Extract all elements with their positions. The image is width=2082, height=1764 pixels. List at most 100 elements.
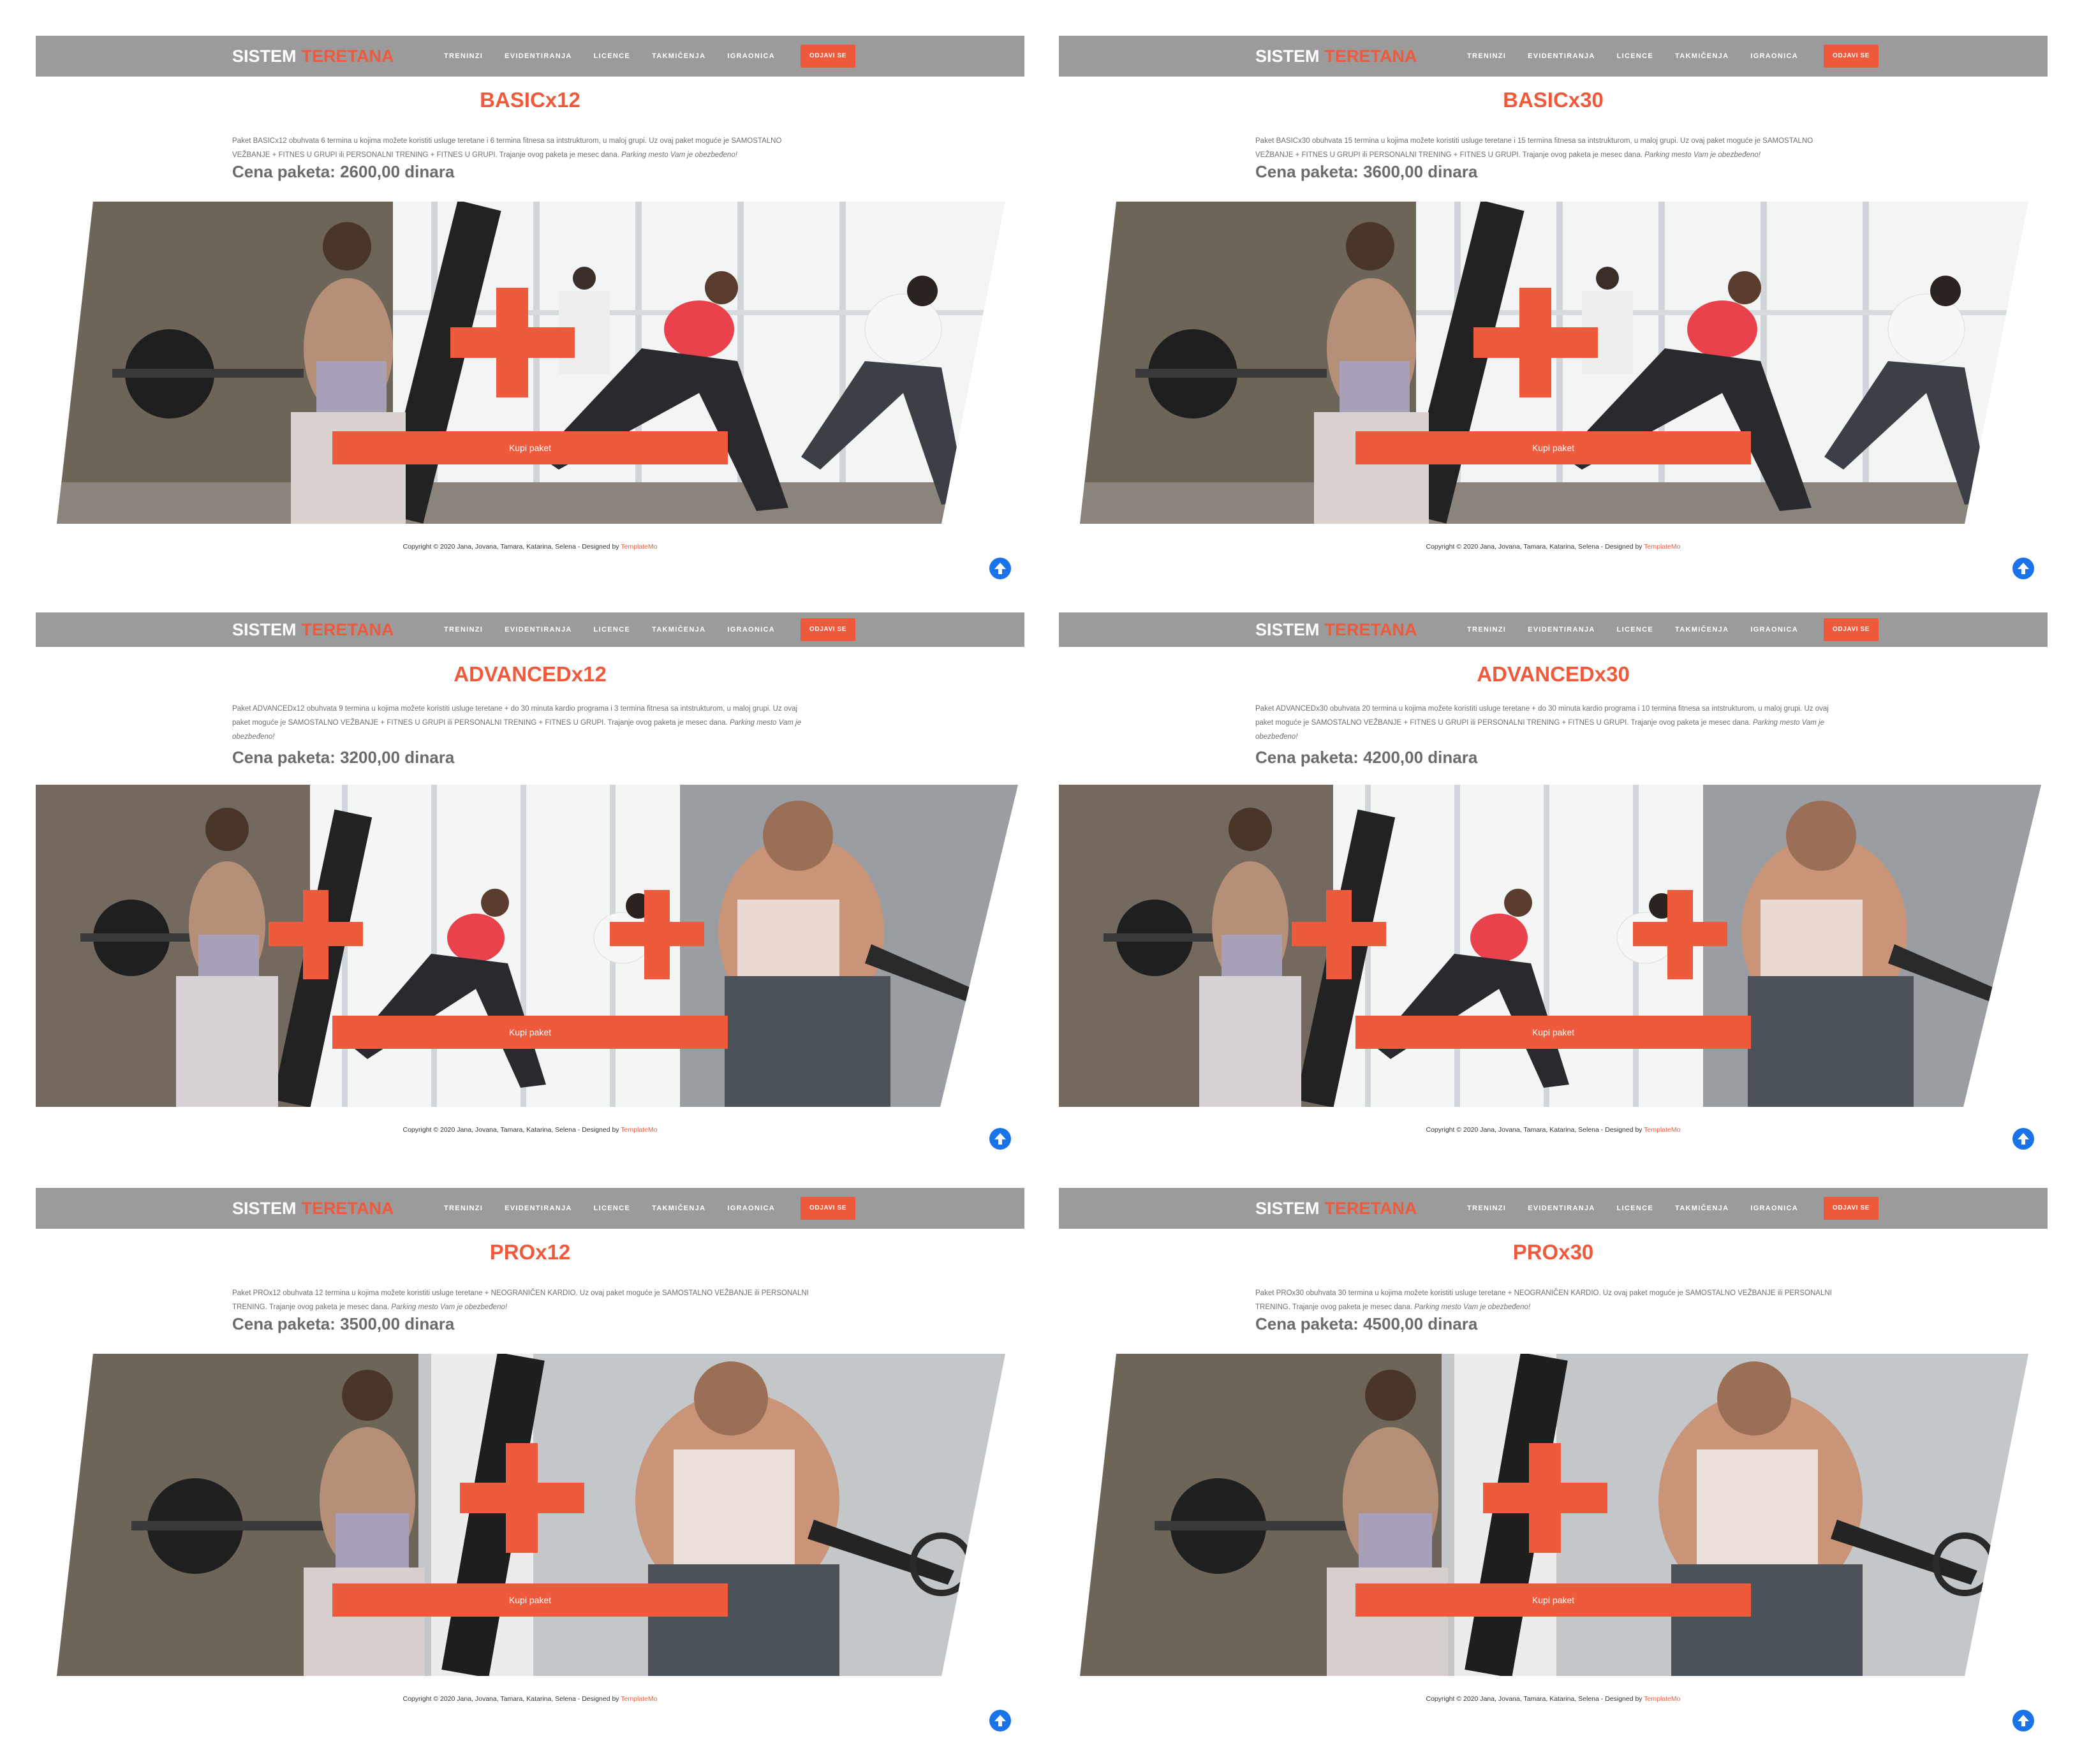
nav-menu: TRENINZI EVIDENTIRANJA LICENCE TAKMIČENJ… xyxy=(444,36,856,77)
nav-item-takmicenja[interactable]: TAKMIČENJA xyxy=(652,52,705,60)
nav-item-treninzi[interactable]: TRENINZI xyxy=(444,52,483,60)
footer-copyright: Copyright © 2020 Jana, Jovana, Tamara, K… xyxy=(36,543,1024,551)
footer-copyright: Copyright © 2020 Jana, Jovana, Tamara, K… xyxy=(1059,1126,2048,1134)
brand-logo[interactable]: SISTEM TERETANA xyxy=(232,1188,394,1229)
brand-part1: SISTEM xyxy=(1255,47,1320,66)
nav-item-treninzi[interactable]: TRENINZI xyxy=(444,626,483,634)
nav-item-takmicenja[interactable]: TAKMIČENJA xyxy=(1675,52,1729,60)
scroll-to-top-button[interactable] xyxy=(989,1128,1011,1150)
designer-link[interactable]: TemplateMo xyxy=(1644,1126,1680,1134)
nav-item-evidentiranja[interactable]: EVIDENTIRANJA xyxy=(505,1204,572,1212)
nav-item-igraonica[interactable]: IGRAONICA xyxy=(727,626,775,634)
nav-item-licence[interactable]: LICENCE xyxy=(1617,52,1653,60)
logout-button[interactable]: ODJAVI SE xyxy=(1824,1197,1879,1220)
logout-button[interactable]: ODJAVI SE xyxy=(1824,618,1879,641)
footer-copyright: Copyright © 2020 Jana, Jovana, Tamara, K… xyxy=(36,1695,1024,1703)
brand-logo[interactable]: SISTEM TERETANA xyxy=(1255,612,1417,647)
arrow-up-icon xyxy=(2018,563,2029,574)
nav-item-igraonica[interactable]: IGRAONICA xyxy=(727,52,775,60)
brand-part2: TERETANA xyxy=(301,620,394,639)
nav-item-igraonica[interactable]: IGRAONICA xyxy=(1750,1204,1798,1212)
buy-package-button[interactable]: Kupi paket xyxy=(1355,431,1751,464)
nav-item-evidentiranja[interactable]: EVIDENTIRANJA xyxy=(505,52,572,60)
nav-item-evidentiranja[interactable]: EVIDENTIRANJA xyxy=(1528,52,1595,60)
buy-package-button[interactable]: Kupi paket xyxy=(1355,1583,1751,1617)
nav-item-evidentiranja[interactable]: EVIDENTIRANJA xyxy=(1528,626,1595,634)
package-price: Cena paketa: 4500,00 dinara xyxy=(1255,1314,1478,1333)
nav-item-licence[interactable]: LICENCE xyxy=(594,626,630,634)
designer-link[interactable]: TemplateMo xyxy=(621,1695,657,1703)
package-description: Paket BASICx12 obuhvata 6 termina u koji… xyxy=(232,134,813,162)
designer-link[interactable]: TemplateMo xyxy=(621,1126,657,1134)
logout-button[interactable]: ODJAVI SE xyxy=(801,618,856,641)
logout-button[interactable]: ODJAVI SE xyxy=(1824,45,1879,68)
plus-icon xyxy=(1473,288,1598,397)
buy-package-button[interactable]: Kupi paket xyxy=(332,1583,728,1617)
logout-button[interactable]: ODJAVI SE xyxy=(801,1197,856,1220)
brand-logo[interactable]: SISTEM TERETANA xyxy=(1255,36,1417,77)
package-title: PROx30 xyxy=(1512,1240,1594,1264)
package-description: Paket ADVANCEDx12 obuhvata 9 termina u k… xyxy=(232,702,813,744)
scroll-to-top-button[interactable] xyxy=(2012,1710,2034,1731)
scroll-to-top-button[interactable] xyxy=(989,558,1011,579)
plus-icon xyxy=(1483,1443,1607,1553)
parking-note: Parking mesto Vam je obezbeđeno! xyxy=(391,1303,508,1311)
nav-item-takmicenja[interactable]: TAKMIČENJA xyxy=(1675,1204,1729,1212)
nav-item-licence[interactable]: LICENCE xyxy=(594,52,630,60)
top-navbar: SISTEM TERETANA TRENINZI EVIDENTIRANJA LI… xyxy=(1059,612,2048,647)
top-navbar: SISTEM TERETANA TRENINZI EVIDENTIRANJA LI… xyxy=(36,1188,1024,1229)
nav-item-treninzi[interactable]: TRENINZI xyxy=(444,1204,483,1212)
nav-item-licence[interactable]: LICENCE xyxy=(1617,626,1653,634)
logout-button[interactable]: ODJAVI SE xyxy=(801,45,856,68)
package-hero-image: Kupi paket xyxy=(1059,202,2048,524)
top-navbar: SISTEM TERETANA TRENINZI EVIDENTIRANJA LI… xyxy=(1059,1188,2048,1229)
brand-part2: TERETANA xyxy=(1324,47,1417,66)
nav-item-igraonica[interactable]: IGRAONICA xyxy=(1750,626,1798,634)
package-title: ADVANCEDx12 xyxy=(454,662,607,686)
brand-part1: SISTEM xyxy=(232,620,297,639)
package-description: Paket BASICx30 obuhvata 15 termina u koj… xyxy=(1255,134,1836,162)
brand-part2: TERETANA xyxy=(301,1199,394,1218)
arrow-up-icon xyxy=(994,563,1006,574)
nav-item-takmicenja[interactable]: TAKMIČENJA xyxy=(652,626,705,634)
plus-icon xyxy=(1633,890,1727,979)
package-price: Cena paketa: 3500,00 dinara xyxy=(232,1314,455,1333)
designer-link[interactable]: TemplateMo xyxy=(621,543,657,551)
nav-menu: TRENINZI EVIDENTIRANJA LICENCE TAKMIČENJ… xyxy=(1467,612,1879,647)
top-navbar: SISTEM TERETANA TRENINZI EVIDENTIRANJA LI… xyxy=(36,612,1024,647)
brand-logo[interactable]: SISTEM TERETANA xyxy=(232,36,394,77)
top-navbar: SISTEM TERETANA TRENINZI EVIDENTIRANJA LI… xyxy=(1059,36,2048,77)
nav-item-licence[interactable]: LICENCE xyxy=(1617,1204,1653,1212)
buy-package-button[interactable]: Kupi paket xyxy=(1355,1016,1751,1049)
nav-item-treninzi[interactable]: TRENINZI xyxy=(1467,626,1506,634)
scroll-to-top-button[interactable] xyxy=(2012,558,2034,579)
nav-item-igraonica[interactable]: IGRAONICA xyxy=(727,1204,775,1212)
plus-icon xyxy=(450,288,575,397)
parking-note: Parking mesto Vam je obezbeđeno! xyxy=(621,151,737,159)
buy-package-button[interactable]: Kupi paket xyxy=(332,431,728,464)
gym-photo xyxy=(36,785,1024,1107)
designer-link[interactable]: TemplateMo xyxy=(1644,543,1680,551)
copyright-text: Copyright © 2020 Jana, Jovana, Tamara, K… xyxy=(402,1126,619,1134)
parking-note: Parking mesto Vam je obezbeđeno! xyxy=(1414,1303,1531,1311)
plus-icon xyxy=(460,1443,584,1553)
brand-logo[interactable]: SISTEM TERETANA xyxy=(1255,1188,1417,1229)
nav-item-takmicenja[interactable]: TAKMIČENJA xyxy=(652,1204,705,1212)
plus-icon xyxy=(269,890,363,979)
nav-item-treninzi[interactable]: TRENINZI xyxy=(1467,1204,1506,1212)
nav-menu: TRENINZI EVIDENTIRANJA LICENCE TAKMIČENJ… xyxy=(444,612,856,647)
designer-link[interactable]: TemplateMo xyxy=(1644,1695,1680,1703)
nav-item-evidentiranja[interactable]: EVIDENTIRANJA xyxy=(1528,1204,1595,1212)
nav-item-takmicenja[interactable]: TAKMIČENJA xyxy=(1675,626,1729,634)
buy-package-button[interactable]: Kupi paket xyxy=(332,1016,728,1049)
nav-item-treninzi[interactable]: TRENINZI xyxy=(1467,52,1506,60)
nav-item-igraonica[interactable]: IGRAONICA xyxy=(1750,52,1798,60)
arrow-up-icon xyxy=(2018,1715,2029,1726)
package-description: Paket ADVANCEDx30 obuhvata 20 termina u … xyxy=(1255,702,1836,744)
nav-item-licence[interactable]: LICENCE xyxy=(594,1204,630,1212)
scroll-to-top-button[interactable] xyxy=(989,1710,1011,1731)
nav-menu: TRENINZI EVIDENTIRANJA LICENCE TAKMIČENJ… xyxy=(1467,1188,1879,1229)
scroll-to-top-button[interactable] xyxy=(2012,1128,2034,1150)
nav-item-evidentiranja[interactable]: EVIDENTIRANJA xyxy=(505,626,572,634)
brand-logo[interactable]: SISTEM TERETANA xyxy=(232,612,394,647)
